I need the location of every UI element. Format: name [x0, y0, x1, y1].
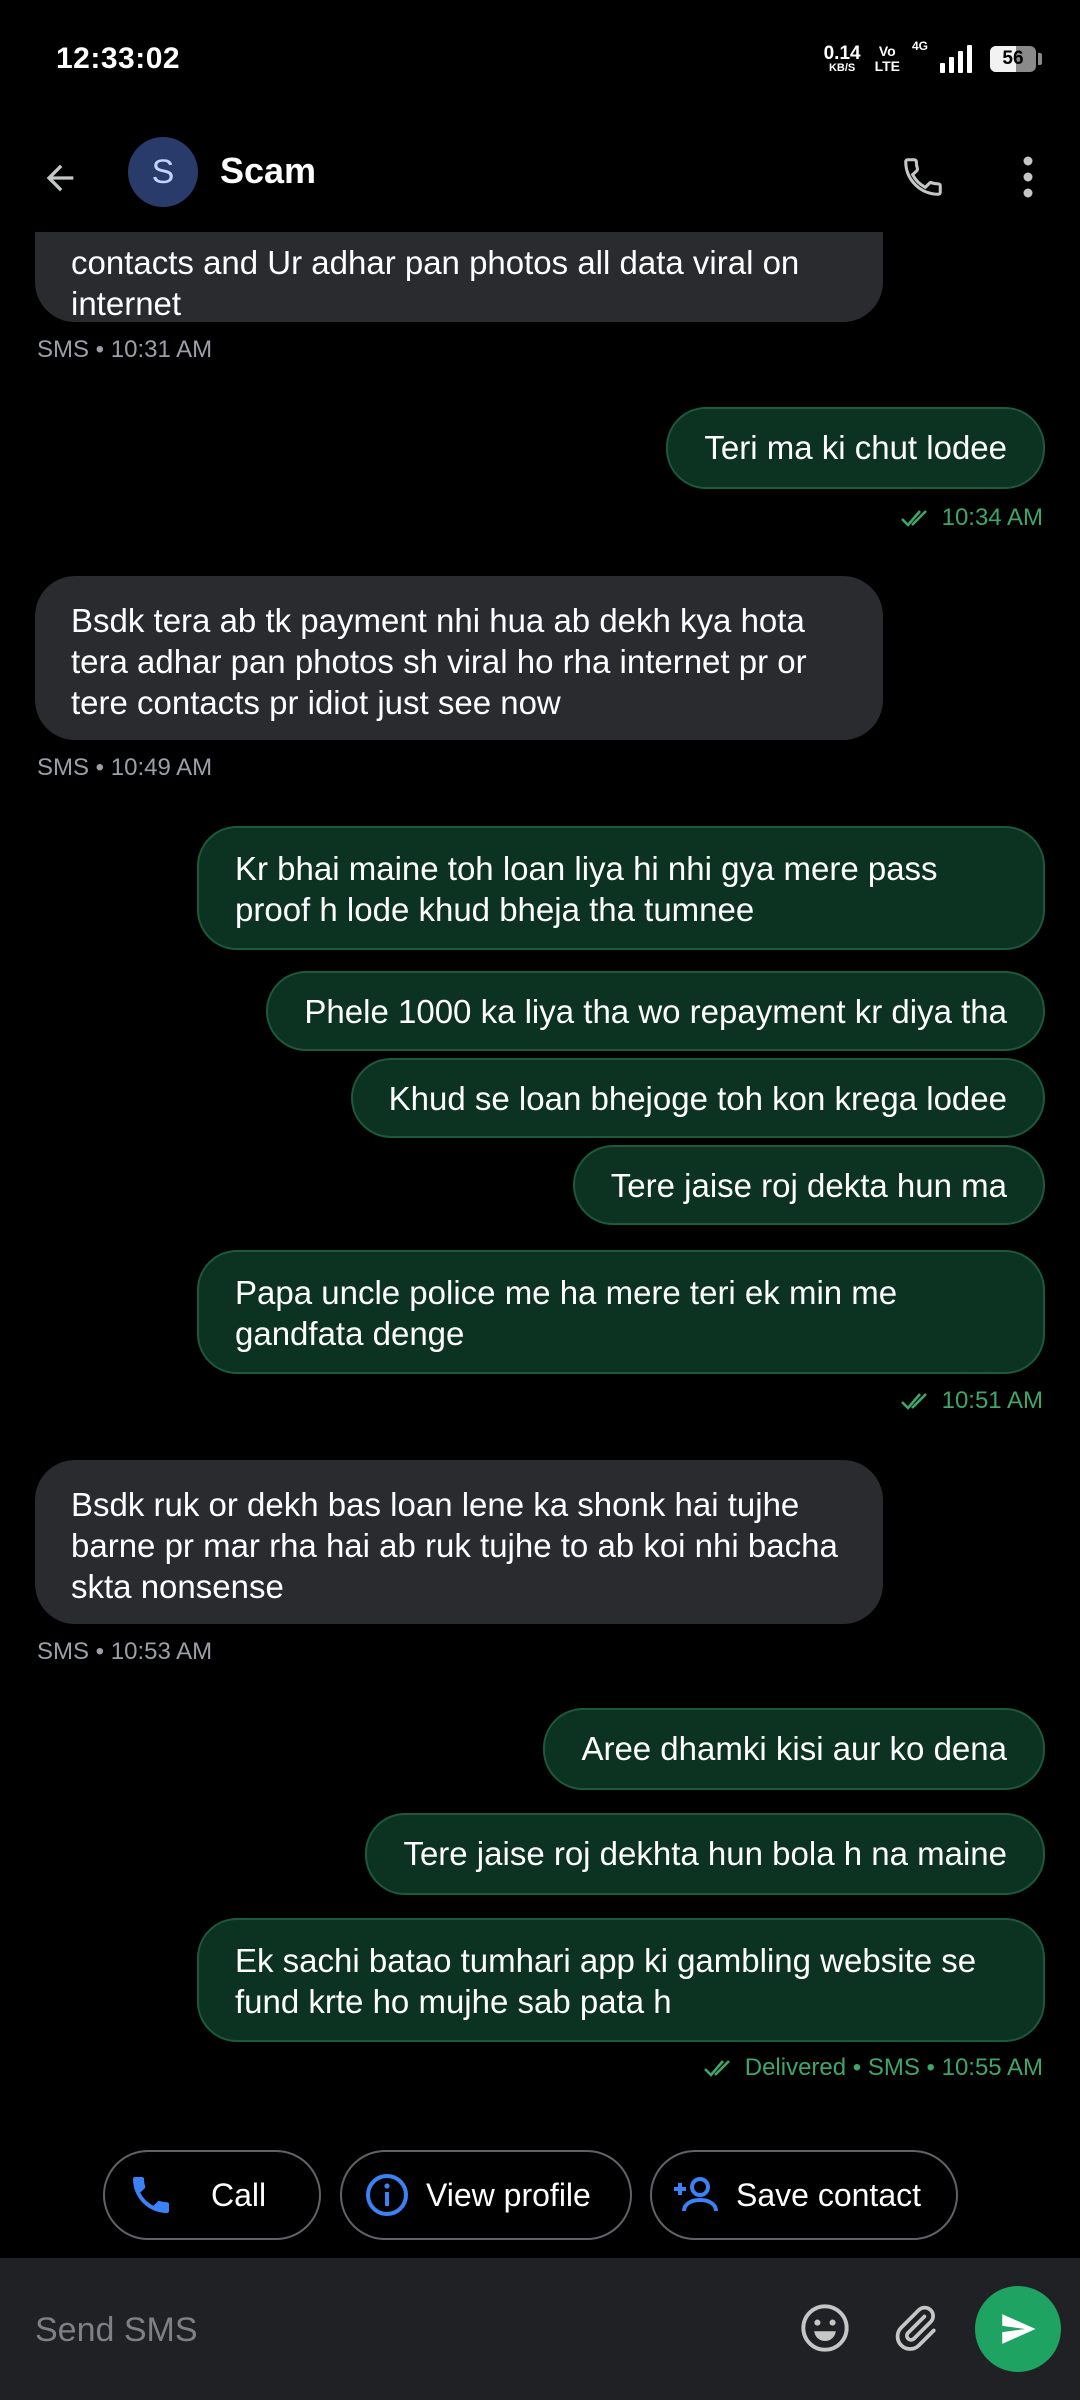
message-text: contacts and Ur adhar pan photos all dat…: [71, 244, 800, 322]
message-time: 10:34 AM: [941, 504, 1043, 531]
message-text: Ek sachi batao tumhari app ki gambling w…: [235, 1942, 977, 2020]
message-bubble-outgoing[interactable]: Papa uncle police me ha mere teri ek min…: [197, 1250, 1045, 1374]
status-icons: 0.14 KB/S Vo LTE 4G 56: [824, 39, 1042, 74]
more-options-button[interactable]: [1000, 144, 1056, 210]
view-profile-chip-label: View profile: [426, 2176, 591, 2213]
message-bubble-incoming[interactable]: Bsdk tera ab tk payment nhi hua ab dekh …: [35, 576, 883, 740]
message-text: Tere jaise roj dekhta hun bola h na main…: [403, 1835, 1007, 1872]
signal-bar: [949, 57, 954, 73]
call-button[interactable]: [890, 144, 956, 210]
arrow-back-icon: [46, 164, 74, 192]
volte-bottom: LTE: [874, 58, 900, 74]
signal-bar: [967, 45, 972, 73]
paperclip-icon: [895, 2305, 936, 2351]
message-meta: SMS • 10:53 AM: [37, 1638, 213, 1665]
message-status: Delivered • SMS • 10:55 AM: [744, 2054, 1043, 2081]
network-type: 4G: [912, 39, 929, 53]
battery-percent: 56: [1002, 48, 1024, 69]
attach-button[interactable]: [885, 2298, 945, 2358]
message-bubble-outgoing[interactable]: Tere jaise roj dekta hun ma: [572, 1145, 1045, 1225]
send-icon: [1002, 2314, 1036, 2344]
info-icon: [362, 2171, 412, 2219]
message-meta: SMS • 10:49 AM: [37, 754, 213, 781]
message-list[interactable]: contacts and Ur adhar pan photos all dat…: [0, 232, 1080, 2132]
message-text: Papa uncle police me ha mere teri ek min…: [235, 1274, 898, 1352]
double-check-icon: [900, 510, 927, 527]
message-text: Bsdk tera ab tk payment nhi hua ab dekh …: [71, 602, 807, 721]
send-button[interactable]: [975, 2286, 1061, 2372]
message-bubble-outgoing[interactable]: Kr bhai maine toh loan liya hi nhi gya m…: [197, 826, 1045, 950]
message-meta: 10:51 AM: [900, 1387, 1043, 1415]
message-bubble-outgoing[interactable]: Khud se loan bhejoge toh kon krega lodee: [350, 1058, 1045, 1138]
message-bubble-outgoing[interactable]: Phele 1000 ka liya tha wo repayment kr d…: [266, 971, 1045, 1051]
message-bubble-outgoing[interactable]: Tere jaise roj dekhta hun bola h na main…: [365, 1813, 1045, 1895]
save-contact-chip-label: Save contact: [736, 2176, 921, 2213]
message-bubble-outgoing[interactable]: Aree dhamki kisi aur ko dena: [543, 1708, 1045, 1790]
view-profile-chip[interactable]: View profile: [340, 2150, 632, 2240]
phone-icon: [123, 2171, 179, 2219]
call-chip-label: Call: [211, 2176, 267, 2213]
message-text: Kr bhai maine toh loan liya hi nhi gya m…: [235, 850, 938, 928]
message-text: Phele 1000 ka liya tha wo repayment kr d…: [304, 993, 1007, 1030]
network-speed-value: 0.14: [823, 43, 861, 64]
emoji-button[interactable]: [795, 2298, 855, 2358]
battery-icon: 56: [990, 46, 1036, 72]
message-text: Teri ma ki chut lodee: [704, 429, 1007, 466]
message-bubble-outgoing[interactable]: Teri ma ki chut lodee: [666, 407, 1045, 489]
status-bar: 12:33:02 0.14 KB/S Vo LTE 4G 56: [0, 0, 1080, 120]
more-vert-icon: [1023, 156, 1033, 198]
message-meta: SMS • 10:31 AM: [37, 336, 213, 363]
volte-icon: Vo LTE: [875, 44, 900, 73]
message-text: Khud se loan bhejoge toh kon krega lodee: [388, 1080, 1007, 1117]
volte-top: Vo: [878, 43, 896, 60]
message-bubble-outgoing[interactable]: Ek sachi batao tumhari app ki gambling w…: [197, 1918, 1045, 2042]
avatar-letter: S: [151, 152, 175, 191]
signal-bar: [940, 63, 945, 73]
message-text: Tere jaise roj dekta hun ma: [610, 1167, 1007, 1204]
compose-bar: [0, 2258, 1080, 2400]
battery-tip: [1038, 53, 1042, 65]
phone-icon: [904, 158, 942, 196]
back-button[interactable]: [30, 148, 90, 208]
message-input[interactable]: [35, 2302, 735, 2358]
emoji-icon: [801, 2304, 849, 2352]
network-speed-unit: KB/S: [828, 62, 856, 74]
message-text: Aree dhamki kisi aur ko dena: [581, 1730, 1007, 1767]
person-add-icon: [668, 2171, 724, 2219]
save-contact-chip[interactable]: Save contact: [650, 2150, 958, 2240]
avatar[interactable]: S: [128, 137, 198, 207]
message-meta: Delivered • SMS • 10:55 AM: [703, 2054, 1043, 2082]
conversation-app-bar: S Scam: [0, 120, 1080, 232]
call-chip[interactable]: Call: [103, 2150, 321, 2240]
message-bubble-incoming[interactable]: Bsdk ruk or dekh bas loan lene ka shonk …: [35, 1460, 883, 1624]
contact-name[interactable]: Scam: [220, 150, 316, 192]
message-time: 10:51 AM: [941, 1387, 1043, 1414]
status-time: 12:33:02: [56, 42, 181, 75]
double-check-icon: [900, 1393, 927, 1410]
message-meta: 10:34 AM: [900, 504, 1043, 532]
quick-actions: Call View profile Save contact: [0, 2150, 1080, 2240]
signal-icon: 4G: [912, 39, 972, 73]
network-speed: 0.14 KB/S: [824, 44, 861, 74]
message-bubble-incoming[interactable]: contacts and Ur adhar pan photos all dat…: [35, 232, 883, 322]
signal-bar: [958, 51, 963, 73]
message-text: Bsdk ruk or dekh bas loan lene ka shonk …: [71, 1486, 838, 1605]
double-check-icon: [703, 2060, 730, 2077]
